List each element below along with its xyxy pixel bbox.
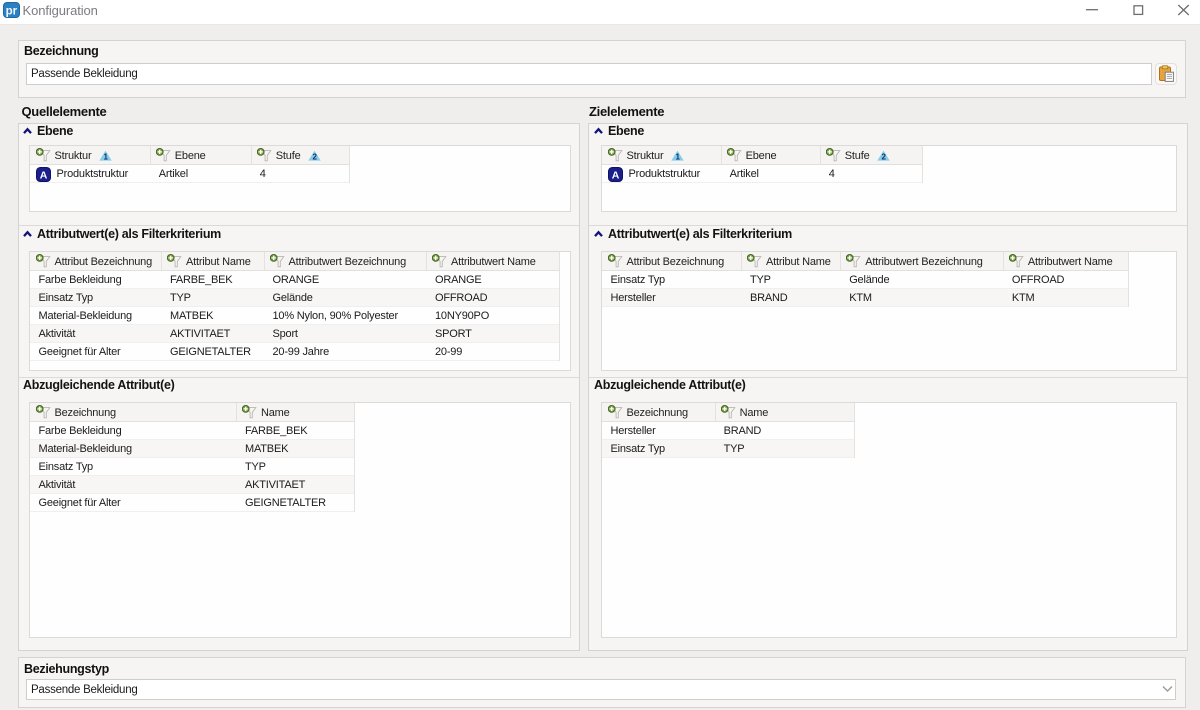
svg-text:pr: pr xyxy=(6,5,18,17)
svg-text:2: 2 xyxy=(882,153,887,161)
svg-text:1: 1 xyxy=(104,153,109,161)
svg-text:1: 1 xyxy=(676,153,681,161)
svg-text:A: A xyxy=(39,169,47,181)
svg-text:A: A xyxy=(611,169,619,181)
svg-text:2: 2 xyxy=(313,153,318,161)
